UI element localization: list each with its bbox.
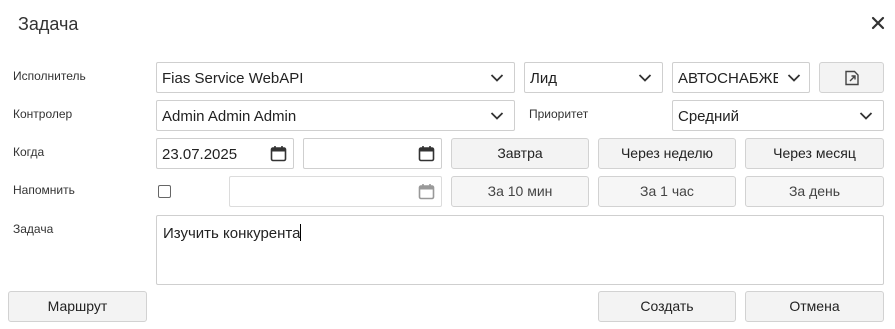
chevron-down-icon: [490, 74, 504, 82]
executor-select[interactable]: Fias Service WebAPI: [156, 62, 515, 93]
task-label: Задача: [13, 222, 54, 236]
remind-10-min-button[interactable]: За 10 мин: [451, 176, 589, 207]
tomorrow-button[interactable]: Завтра: [451, 138, 589, 169]
priority-select[interactable]: Средний: [672, 100, 884, 131]
open-card-button[interactable]: [819, 62, 884, 93]
executor-value: Fias Service WebAPI: [162, 70, 304, 87]
remind-1-day-button[interactable]: За день: [745, 176, 884, 207]
create-button[interactable]: Создать: [598, 291, 736, 322]
cancel-button[interactable]: Отмена: [745, 291, 884, 322]
date-from-value: 23.07.2025: [162, 146, 238, 163]
controller-select[interactable]: Admin Admin Admin: [156, 100, 515, 131]
route-button[interactable]: Маршрут: [8, 291, 147, 322]
next-week-button[interactable]: Через неделю: [598, 138, 736, 169]
executor-label: Исполнитель: [13, 69, 86, 83]
dialog-title: Задача: [18, 14, 79, 34]
open-card-icon: [845, 70, 859, 86]
task-textarea[interactable]: Изучить конкурента: [156, 215, 884, 285]
type-value: Лид: [530, 70, 557, 87]
chevron-down-icon: [638, 74, 652, 82]
remind-label: Напомнить: [13, 183, 75, 197]
chevron-down-icon: [490, 112, 504, 120]
calendar-icon[interactable]: [270, 145, 287, 162]
task-text: Изучить конкурента: [163, 225, 301, 242]
company-value: АВТОСНАБЖЕ: [678, 70, 778, 87]
calendar-icon[interactable]: [418, 145, 435, 162]
remind-date-input[interactable]: [229, 176, 442, 207]
task-text-line: Изучить конкурента: [163, 224, 302, 242]
date-from-input[interactable]: 23.07.2025: [156, 138, 294, 169]
type-select[interactable]: Лид: [524, 62, 663, 93]
when-label: Когда: [13, 145, 45, 159]
chevron-down-icon: [859, 112, 873, 120]
text-cursor: [300, 224, 302, 241]
next-month-button[interactable]: Через месяц: [745, 138, 884, 169]
controller-label: Контролер: [13, 107, 73, 121]
remind-checkbox[interactable]: [158, 185, 171, 198]
date-to-input[interactable]: [303, 138, 442, 169]
calendar-icon[interactable]: [418, 183, 435, 200]
priority-value: Средний: [678, 108, 739, 125]
remind-1-hour-button[interactable]: За 1 час: [598, 176, 736, 207]
priority-label: Приоритет: [529, 107, 589, 121]
controller-value: Admin Admin Admin: [162, 108, 297, 125]
company-select[interactable]: АВТОСНАБЖЕ: [672, 62, 810, 93]
chevron-down-icon: [787, 74, 801, 82]
close-icon[interactable]: [870, 15, 886, 31]
